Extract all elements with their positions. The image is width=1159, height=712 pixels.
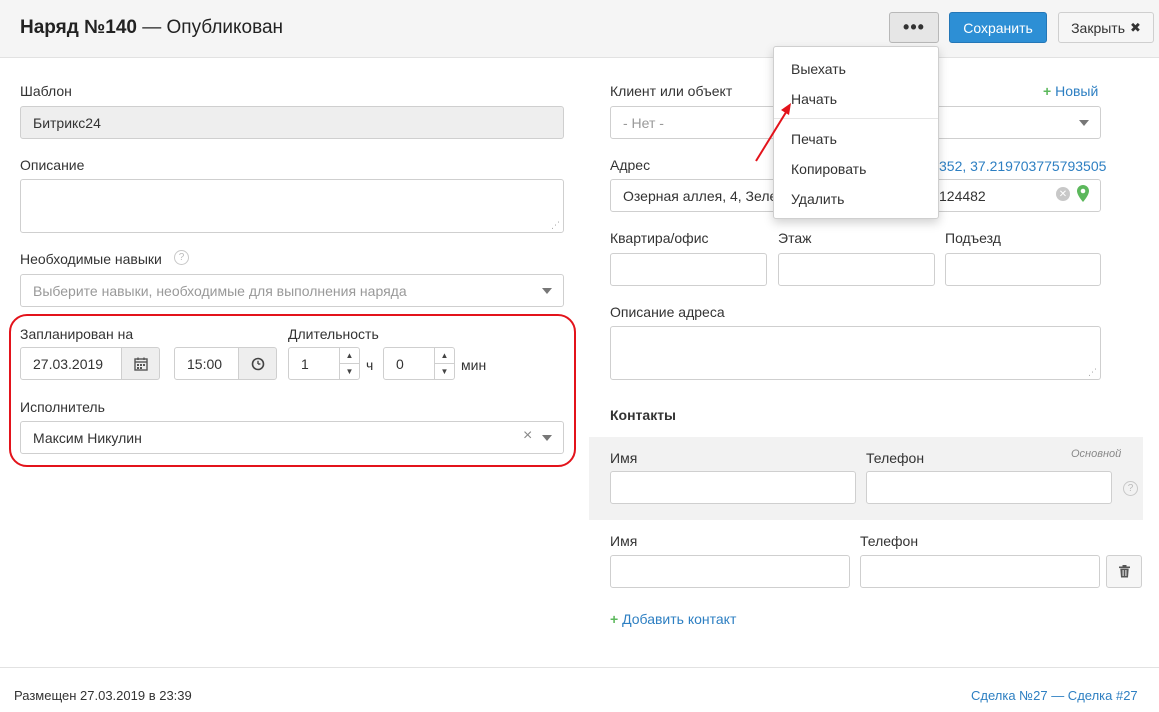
- menu-item-depart[interactable]: Выехать: [791, 61, 846, 77]
- contact2-phone-input[interactable]: [860, 555, 1100, 588]
- contact2-name-input[interactable]: [610, 555, 850, 588]
- executor-value: Максим Никулин: [33, 429, 142, 446]
- plus-icon: +: [1043, 83, 1052, 99]
- duration-label: Длительность: [288, 326, 379, 342]
- hours-unit-label: ч: [366, 357, 374, 373]
- resize-handle-icon[interactable]: ⋰: [1088, 367, 1097, 378]
- chevron-down-icon[interactable]: [1079, 120, 1089, 126]
- address-value: Озерная аллея, 4, Зеле: [623, 187, 778, 204]
- duration-hours-value: 1: [301, 355, 309, 372]
- help-icon[interactable]: ?: [174, 250, 189, 265]
- contact2-name-label: Имя: [610, 533, 638, 549]
- hours-stepper[interactable]: ▲ ▼: [339, 347, 360, 380]
- resize-handle-icon[interactable]: ⋰: [551, 220, 560, 231]
- template-label: Шаблон: [20, 83, 72, 99]
- add-contact-label: Добавить контакт: [622, 611, 737, 627]
- planned-time-value: 15:00: [187, 355, 223, 372]
- description-label: Описание: [20, 157, 85, 173]
- map-pin-icon[interactable]: [1077, 185, 1089, 203]
- planned-date-input[interactable]: 27.03.2019: [20, 347, 122, 380]
- floor-label: Этаж: [778, 230, 812, 246]
- page-title-number: Наряд №140: [20, 17, 137, 38]
- caret-up-icon[interactable]: ▲: [435, 348, 454, 363]
- caret-up-icon[interactable]: ▲: [340, 348, 359, 363]
- floor-input[interactable]: [778, 253, 935, 286]
- menu-item-delete[interactable]: Удалить: [791, 191, 844, 207]
- close-button-label: Закрыть: [1071, 19, 1125, 36]
- address-coordinates-link[interactable]: 352, 37.219703775793505: [939, 158, 1106, 174]
- duration-hours-input[interactable]: 1: [288, 347, 340, 380]
- contact-name-input[interactable]: [610, 471, 856, 504]
- contact-name-label: Имя: [610, 450, 638, 466]
- help-icon-glyph: ?: [178, 252, 185, 263]
- page-title: Наряд №140 — Опубликован: [20, 17, 283, 39]
- planned-time-input[interactable]: 15:00: [174, 347, 239, 380]
- save-button[interactable]: Сохранить: [949, 12, 1047, 43]
- close-button[interactable]: Закрыть ✖: [1058, 12, 1154, 43]
- caret-down-icon[interactable]: ▼: [435, 363, 454, 379]
- entrance-input[interactable]: [945, 253, 1101, 286]
- clear-icon[interactable]: ×: [523, 427, 532, 445]
- footer-divider: [0, 667, 1159, 668]
- template-value: Битрикс24: [33, 114, 101, 131]
- delete-contact-button[interactable]: [1106, 555, 1142, 588]
- save-button-label: Сохранить: [963, 19, 1033, 36]
- calendar-icon: [133, 357, 148, 371]
- duration-minutes-input[interactable]: 0: [383, 347, 435, 380]
- skills-select[interactable]: Выберите навыки, необходимые для выполне…: [20, 274, 564, 307]
- contact2-phone-label: Телефон: [860, 533, 919, 549]
- skills-placeholder: Выберите навыки, необходимые для выполне…: [33, 282, 407, 299]
- minutes-unit-label: мин: [461, 357, 487, 373]
- caret-down-icon[interactable]: ▼: [340, 363, 359, 379]
- skills-label: Необходимые навыки: [20, 251, 162, 267]
- planned-date-value: 27.03.2019: [33, 355, 104, 372]
- client-label: Клиент или объект: [610, 83, 733, 99]
- client-value: - Нет -: [623, 114, 664, 131]
- duration-minutes-value: 0: [396, 355, 404, 372]
- clock-icon: [251, 357, 264, 370]
- new-client-link[interactable]: + Новый: [1043, 83, 1098, 99]
- trash-icon: [1118, 565, 1130, 578]
- help-icon[interactable]: ?: [1123, 481, 1138, 496]
- address-label: Адрес: [610, 157, 651, 173]
- contact-phone-input[interactable]: [866, 471, 1112, 504]
- calendar-button[interactable]: [121, 347, 160, 380]
- apartment-input[interactable]: [610, 253, 767, 286]
- apartment-label: Квартира/офис: [610, 230, 709, 246]
- annotation-arrow-icon: [755, 103, 791, 162]
- contact-phone-label: Телефон: [866, 450, 925, 466]
- more-dots-icon: •••: [903, 17, 925, 37]
- page-title-status: — Опубликован: [136, 17, 284, 38]
- entrance-label: Подъезд: [945, 230, 1001, 246]
- executor-label: Исполнитель: [20, 399, 105, 415]
- chevron-down-icon[interactable]: [542, 435, 552, 441]
- deal-link[interactable]: Сделка №27 — Сделка #27: [971, 688, 1138, 703]
- description-textarea[interactable]: [20, 179, 564, 233]
- contacts-title: Контакты: [610, 407, 677, 423]
- planned-label: Запланирован на: [20, 326, 134, 342]
- menu-item-copy[interactable]: Копировать: [791, 161, 866, 177]
- time-picker-button[interactable]: [238, 347, 277, 380]
- clear-address-icon[interactable]: ✕: [1056, 187, 1070, 201]
- template-field: Битрикс24: [20, 106, 564, 139]
- plus-icon: +: [610, 611, 619, 627]
- executor-select[interactable]: Максим Никулин: [20, 421, 564, 454]
- close-icon: ✖: [1130, 19, 1141, 35]
- address-description-textarea[interactable]: [610, 326, 1101, 380]
- more-actions-button[interactable]: •••: [889, 12, 939, 43]
- add-contact-link[interactable]: + Добавить контакт: [610, 611, 736, 627]
- address-value-tail: 124482: [939, 188, 986, 204]
- posted-info: Размещен 27.03.2019 в 23:39: [14, 688, 192, 703]
- minutes-stepper[interactable]: ▲ ▼: [434, 347, 455, 380]
- chevron-down-icon[interactable]: [542, 288, 552, 294]
- new-client-label: Новый: [1055, 83, 1099, 99]
- address-description-label: Описание адреса: [610, 304, 725, 320]
- main-contact-tag: Основной: [1071, 448, 1122, 460]
